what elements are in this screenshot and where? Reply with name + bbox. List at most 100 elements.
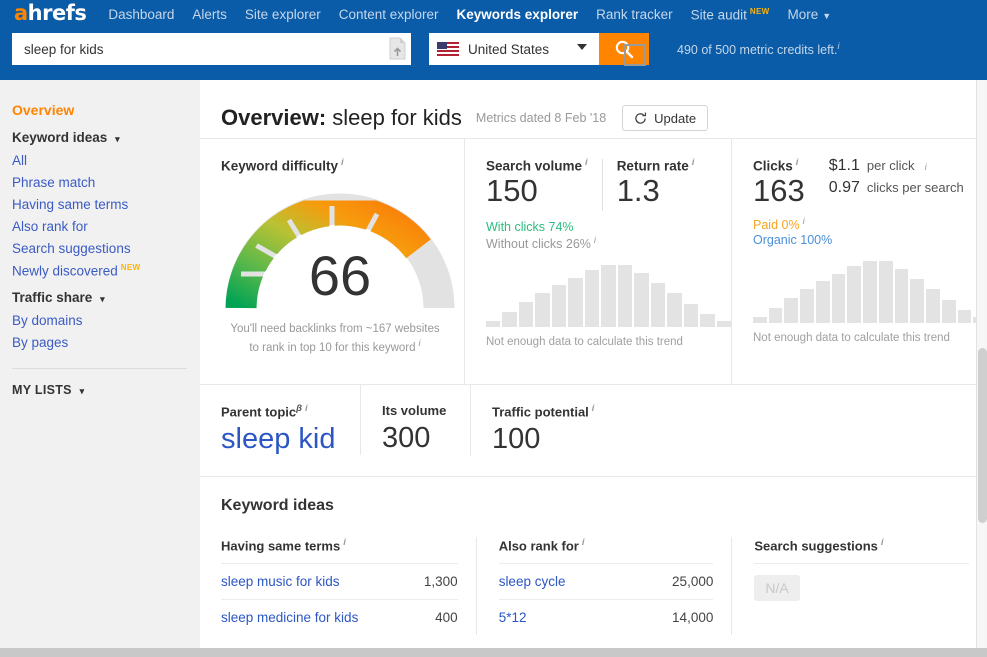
sidebar-item-newly-discovered-label: Newly discovered <box>12 263 118 279</box>
histogram-bar <box>863 261 877 324</box>
sidebar-my-lists-label: MY LISTS <box>12 382 72 397</box>
country-selector[interactable]: United States <box>429 33 599 65</box>
info-icon[interactable]: i <box>343 537 346 548</box>
keyword-link[interactable]: sleep cycle <box>499 574 566 589</box>
info-icon[interactable]: i <box>692 157 695 168</box>
sidebar-item-having-same-terms[interactable]: Having same terms <box>12 197 200 212</box>
info-icon[interactable]: i <box>341 157 344 168</box>
clicks-metrics: Clicks i 163 $1.1 per click i 0.97 click… <box>753 157 987 207</box>
sidebar: Overview Keyword ideas ▾ All Phrase matc… <box>0 80 200 648</box>
ahrefs-logo[interactable]: ahrefs <box>14 1 87 25</box>
chevron-down-icon <box>577 44 587 50</box>
keyword-difficulty-note-line2: to rank in top 10 for this keyword <box>249 342 416 354</box>
keyword-volume: 14,000 <box>672 610 714 626</box>
nav-item-keywords-explorer[interactable]: Keywords explorer <box>457 7 579 22</box>
histogram-bar <box>634 272 649 328</box>
sidebar-item-overview[interactable]: Overview <box>12 102 200 118</box>
histogram-bar <box>518 302 534 328</box>
keyword-link[interactable]: sleep medicine for kids <box>221 610 358 625</box>
table-row[interactable]: sleep medicine for kids 400 <box>221 599 458 635</box>
parent-topic-value[interactable]: sleep kid <box>221 423 360 456</box>
search-volume-label: Search volume i <box>486 157 588 174</box>
sidebar-item-by-domains[interactable]: By domains <box>12 313 200 328</box>
metric-credits-text: 490 of 500 metric credits left.i <box>677 41 840 57</box>
histogram-bar <box>768 307 783 324</box>
table-row[interactable]: sleep music for kids 1,300 <box>221 563 458 599</box>
parent-topic-cell: Parent topicβ i sleep kid <box>200 385 360 456</box>
nav-item-site-explorer[interactable]: Site explorer <box>245 7 321 22</box>
refresh-icon <box>635 112 647 124</box>
search-button[interactable] <box>599 33 649 66</box>
keyword-difficulty-note-line1: You'll need backlinks from ~167 websites <box>230 322 440 335</box>
nav-item-rank-tracker[interactable]: Rank tracker <box>596 7 673 22</box>
nav-item-dashboard[interactable]: Dashboard <box>108 7 174 22</box>
keyword-search-box[interactable] <box>12 33 411 65</box>
column-header: Search suggestions i <box>754 537 969 563</box>
column-header-text: Having same terms <box>221 538 341 554</box>
sidebar-item-search-suggestions[interactable]: Search suggestions <box>12 241 200 256</box>
update-button[interactable]: Update <box>622 105 709 131</box>
page-title-keyword: sleep for kids <box>332 105 462 130</box>
info-icon[interactable]: i <box>305 403 308 414</box>
page-body: Overview Keyword ideas ▾ All Phrase matc… <box>0 80 987 648</box>
info-icon[interactable]: i <box>594 235 596 246</box>
sidebar-item-all[interactable]: All <box>12 153 200 168</box>
nav-item-more[interactable]: More ▼ <box>787 7 831 22</box>
clicks-col: Clicks i 163 <box>753 157 805 207</box>
return-rate-label: Return rate i <box>617 157 695 174</box>
selection-cursor-overlay <box>624 44 646 66</box>
keyword-difficulty-label-text: Keyword difficulty <box>221 158 339 174</box>
scrollbar-thumb[interactable] <box>978 348 987 523</box>
keyword-link[interactable]: 5*12 <box>499 610 527 625</box>
metrics-date: Metrics dated 8 Feb '18 <box>475 111 607 125</box>
return-rate-label-text: Return rate <box>616 158 689 174</box>
info-icon[interactable]: i <box>925 162 927 173</box>
us-flag-icon <box>437 42 459 56</box>
nav-links-row: ahrefs Dashboard Alerts Site explorer Co… <box>0 0 987 29</box>
nav-item-site-audit-label: Site audit <box>690 7 747 23</box>
info-icon[interactable]: i <box>585 157 588 168</box>
keyword-ideas-column-search-suggestions: Search suggestions i N/A <box>731 537 987 636</box>
keyword-link[interactable]: sleep music for kids <box>221 574 340 589</box>
nav-item-alerts[interactable]: Alerts <box>192 7 227 22</box>
histogram-bar <box>551 285 567 328</box>
keyword-difficulty-gauge: 66 <box>225 190 455 315</box>
sidebar-item-newly-discovered[interactable]: Newly discovered NEW <box>12 263 200 279</box>
sidebar-item-by-pages[interactable]: By pages <box>12 335 200 350</box>
table-row[interactable]: 5*12 14,000 <box>498 599 714 635</box>
nav-item-site-audit[interactable]: Site audit NEW <box>691 7 770 23</box>
sidebar-divider <box>12 367 187 369</box>
nav-item-more-label: More <box>787 7 819 22</box>
chevron-down-icon: ▾ <box>115 134 120 144</box>
search-input[interactable] <box>22 40 392 58</box>
new-badge: NEW <box>749 6 770 16</box>
sidebar-item-also-rank-for[interactable]: Also rank for <box>12 219 200 234</box>
sidebar-item-phrase-match[interactable]: Phrase match <box>12 175 200 190</box>
chevron-down-icon: ▼ <box>822 11 832 21</box>
logo-letter-a: a <box>14 1 28 25</box>
search-volume-trend-note: Not enough data to calculate this trend <box>486 336 683 349</box>
without-clicks-stat: Without clicks 26% i <box>486 235 731 251</box>
main-content: Overview: sleep for kids Metrics dated 8… <box>200 80 987 648</box>
table-row[interactable]: sleep cycle 25,000 <box>498 563 714 599</box>
nav-item-content-explorer[interactable]: Content explorer <box>339 7 439 22</box>
sidebar-group-traffic-share-header[interactable]: Traffic share ▾ <box>12 290 200 305</box>
info-icon[interactable]: i <box>592 403 595 414</box>
info-icon[interactable]: i <box>803 216 805 227</box>
upload-file-icon[interactable] <box>389 37 406 60</box>
its-volume-value: 300 <box>382 422 431 454</box>
histogram-bar <box>617 265 633 328</box>
search-volume-value: 150 <box>486 172 538 208</box>
info-icon[interactable]: i <box>582 537 585 548</box>
keyword-ideas-section: Keyword ideas Having same terms i sleep m… <box>200 476 987 636</box>
info-icon[interactable]: i <box>796 157 799 168</box>
its-volume-cell: Its volume 300 <box>360 385 470 455</box>
search-volume-card: Search volume i 150 Return rate i 1.3 With… <box>465 139 732 384</box>
info-icon[interactable]: i <box>881 537 884 548</box>
sidebar-group-keyword-ideas-header[interactable]: Keyword ideas ▾ <box>12 130 200 145</box>
info-icon[interactable]: i <box>838 41 840 51</box>
info-icon[interactable]: i <box>419 338 421 349</box>
window-bottom-strip <box>0 648 987 657</box>
sidebar-my-lists[interactable]: MY LISTS ▾ <box>12 383 200 397</box>
vertical-scrollbar[interactable] <box>976 80 987 648</box>
